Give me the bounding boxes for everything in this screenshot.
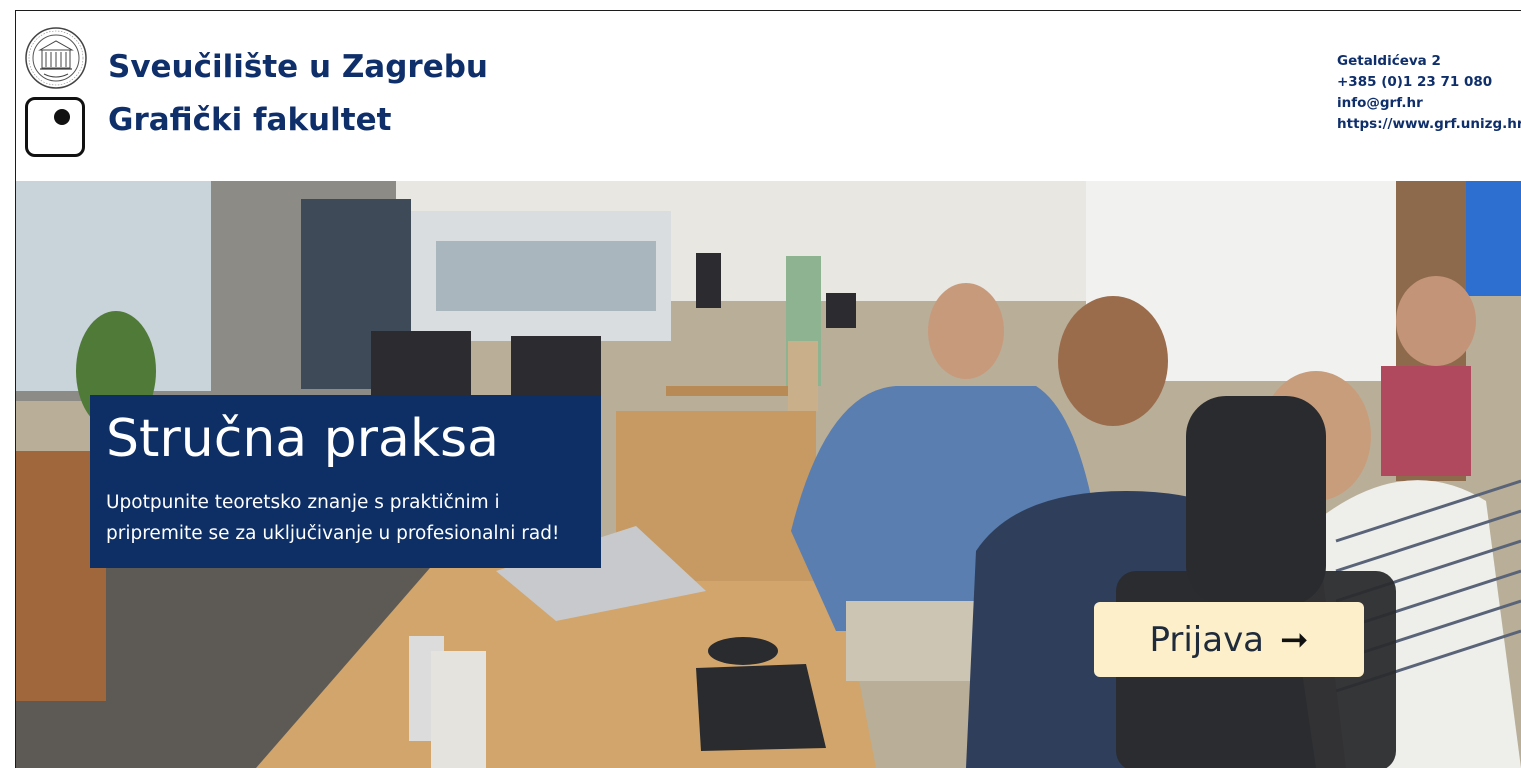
faculty-logo-icon[interactable]: [25, 97, 85, 157]
apply-button-label: Prijava: [1149, 619, 1265, 660]
hero-panel: Stručna praksa Upotpunite teoretsko znan…: [90, 395, 601, 568]
site-header: Sveučilište u Zagrebu Grafički fakultet …: [16, 11, 1521, 181]
page: Sveučilište u Zagrebu Grafički fakultet …: [0, 0, 1521, 768]
apply-button[interactable]: Prijava ➞: [1094, 602, 1364, 677]
university-name[interactable]: Sveučilište u Zagrebu: [108, 49, 488, 85]
university-seal-icon[interactable]: [24, 26, 88, 90]
contact-address: Getaldićeva 2: [1337, 53, 1441, 69]
hero-subtitle: Upotpunite teoretsko znanje s praktičnim…: [106, 492, 560, 544]
contact-phone[interactable]: +385 (0)1 23 71 080: [1337, 72, 1521, 93]
faculty-name[interactable]: Grafički fakultet: [108, 102, 391, 138]
contact-email[interactable]: info@grf.hr: [1337, 93, 1521, 114]
contact-website[interactable]: https://www.grf.unizg.hr: [1337, 114, 1521, 135]
hero-banner: Stručna praksa Upotpunite teoretsko znan…: [16, 181, 1521, 768]
contact-info: Getaldićeva 2 +385 (0)1 23 71 080 info@g…: [1337, 51, 1521, 135]
logo-dot: [54, 109, 70, 125]
arrow-right-icon: ➞: [1280, 619, 1309, 660]
hero-title: Stručna praksa: [106, 409, 499, 469]
